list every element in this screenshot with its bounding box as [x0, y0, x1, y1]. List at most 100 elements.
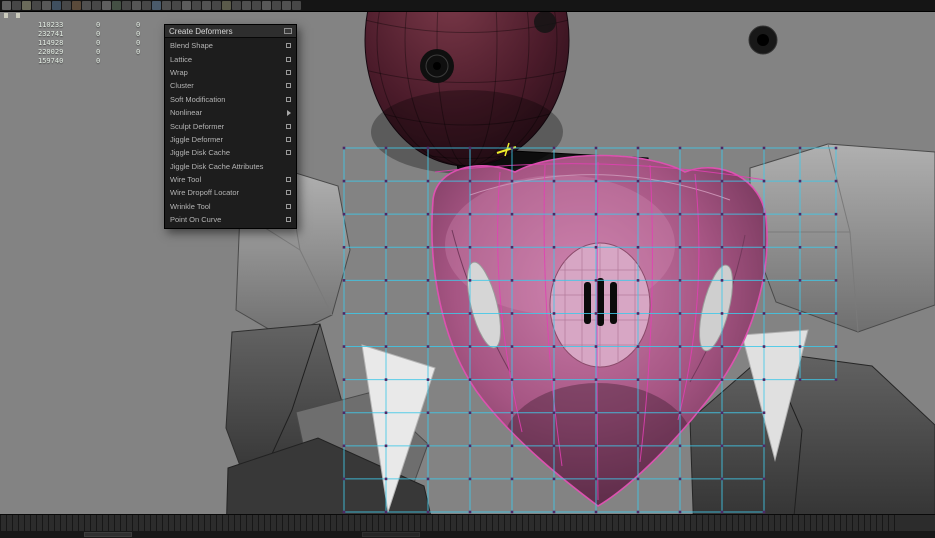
- tearoff-window-icon[interactable]: [284, 28, 292, 34]
- toolbar-icon[interactable]: [232, 1, 241, 10]
- toolbar-icon[interactable]: [252, 1, 261, 10]
- timeline-tick: [168, 515, 169, 531]
- timeline-tick: [444, 515, 445, 531]
- menu-item-jiggle-disk-cache[interactable]: Jiggle Disk Cache: [165, 146, 296, 159]
- toolbar-icon[interactable]: [102, 1, 111, 10]
- toolbar-icon[interactable]: [262, 1, 271, 10]
- menu-item-sculpt-deformer[interactable]: Sculpt Deformer: [165, 119, 296, 132]
- option-box-icon[interactable]: [286, 43, 291, 48]
- option-box-icon[interactable]: [286, 83, 291, 88]
- toolbar-icon[interactable]: [2, 1, 11, 10]
- toolbar-icon[interactable]: [202, 1, 211, 10]
- timeline-tick: [648, 515, 649, 531]
- timeline-tick: [366, 515, 367, 531]
- toolbar-icon[interactable]: [192, 1, 201, 10]
- menu-item-point-on-curve[interactable]: Point On Curve: [165, 213, 296, 226]
- hud-count: 114928: [38, 39, 96, 48]
- toolbar-icon[interactable]: [272, 1, 281, 10]
- toolbar-icon[interactable]: [162, 1, 171, 10]
- timeline-tick: [852, 515, 853, 531]
- timeline-tick: [390, 515, 391, 531]
- toolbar-icon[interactable]: [12, 1, 21, 10]
- hud-row: 11492800: [4, 39, 156, 48]
- lattice-deformer[interactable]: [0, 0, 935, 538]
- option-box-icon[interactable]: [286, 70, 291, 75]
- time-slider[interactable]: [0, 514, 935, 531]
- toolbar-icon[interactable]: [112, 1, 121, 10]
- timeline-tick: [402, 515, 403, 531]
- toolbar-icon[interactable]: [82, 1, 91, 10]
- timeline-tick: [636, 515, 637, 531]
- hud-value: 0: [96, 21, 136, 30]
- range-slider-segment[interactable]: [362, 532, 420, 537]
- timeline-tick: [804, 515, 805, 531]
- timeline-tick: [810, 515, 811, 531]
- timeline-tick: [36, 515, 37, 531]
- timeline-tick: [786, 515, 787, 531]
- menu-item-jiggle-disk-cache-attributes[interactable]: Jiggle Disk Cache Attributes: [165, 160, 296, 173]
- timeline-tick: [258, 515, 259, 531]
- option-box-icon[interactable]: [286, 57, 291, 62]
- timeline-tick: [696, 515, 697, 531]
- timeline-tick: [354, 515, 355, 531]
- toolbar-icon[interactable]: [282, 1, 291, 10]
- toolbar-icon[interactable]: [292, 1, 301, 10]
- timeline-tick: [498, 515, 499, 531]
- timeline-tick: [318, 515, 319, 531]
- menu-title-bar[interactable]: Create Deformers: [165, 25, 296, 38]
- option-box-icon[interactable]: [286, 97, 291, 102]
- menu-item-blend-shape[interactable]: Blend Shape: [165, 39, 296, 52]
- menu-item-soft-modification[interactable]: Soft Modification: [165, 93, 296, 106]
- timeline-tick: [396, 515, 397, 531]
- timeline-tick: [282, 515, 283, 531]
- option-box-icon[interactable]: [286, 150, 291, 155]
- timeline-tick: [750, 515, 751, 531]
- timeline-tick: [654, 515, 655, 531]
- timeline-tick: [504, 515, 505, 531]
- toolbar-icon[interactable]: [222, 1, 231, 10]
- heads-up-display: 110233002327410011492800220029001597400: [4, 13, 156, 66]
- hud-row: 1597400: [4, 57, 156, 66]
- toolbar-icon[interactable]: [152, 1, 161, 10]
- option-box-icon[interactable]: [286, 177, 291, 182]
- toolbar-icon[interactable]: [22, 1, 31, 10]
- toolbar-icon[interactable]: [212, 1, 221, 10]
- option-box-icon[interactable]: [286, 137, 291, 142]
- menu-item-lattice[interactable]: Lattice: [165, 52, 296, 65]
- top-toolbar[interactable]: [0, 0, 935, 12]
- hud-value: 0: [96, 39, 136, 48]
- menu-item-cluster[interactable]: Cluster: [165, 79, 296, 92]
- timeline-tick: [348, 515, 349, 531]
- toolbar-icon[interactable]: [132, 1, 141, 10]
- menu-item-nonlinear[interactable]: Nonlinear: [165, 106, 296, 119]
- timeline-tick: [216, 515, 217, 531]
- toolbar-icon[interactable]: [172, 1, 181, 10]
- menu-item-jiggle-deformer[interactable]: Jiggle Deformer: [165, 133, 296, 146]
- menu-item-label: Wire Tool: [170, 175, 201, 184]
- timeline-tick: [678, 515, 679, 531]
- menu-item-wire-tool[interactable]: Wire Tool: [165, 173, 296, 186]
- option-box-icon[interactable]: [286, 124, 291, 129]
- toolbar-icon[interactable]: [182, 1, 191, 10]
- toolbar-icon[interactable]: [122, 1, 131, 10]
- toolbar-icon[interactable]: [242, 1, 251, 10]
- toolbar-icon[interactable]: [32, 1, 41, 10]
- menu-item-wrinkle-tool[interactable]: Wrinkle Tool: [165, 200, 296, 213]
- timeline-tick: [612, 515, 613, 531]
- menu-item-wrap[interactable]: Wrap: [165, 66, 296, 79]
- option-box-icon[interactable]: [286, 204, 291, 209]
- option-box-icon[interactable]: [286, 217, 291, 222]
- toolbar-icon[interactable]: [42, 1, 51, 10]
- menu-item-wire-dropoff-locator[interactable]: Wire Dropoff Locator: [165, 186, 296, 199]
- toolbar-icon[interactable]: [62, 1, 71, 10]
- toolbar-icon[interactable]: [142, 1, 151, 10]
- option-box-icon[interactable]: [286, 190, 291, 195]
- toolbar-icon[interactable]: [52, 1, 61, 10]
- range-slider-handle[interactable]: [84, 532, 132, 537]
- toolbar-icon[interactable]: [72, 1, 81, 10]
- timeline-tick: [894, 515, 895, 531]
- timeline-tick: [90, 515, 91, 531]
- timeline-tick: [672, 515, 673, 531]
- toolbar-icon[interactable]: [92, 1, 101, 10]
- range-slider[interactable]: [0, 531, 935, 538]
